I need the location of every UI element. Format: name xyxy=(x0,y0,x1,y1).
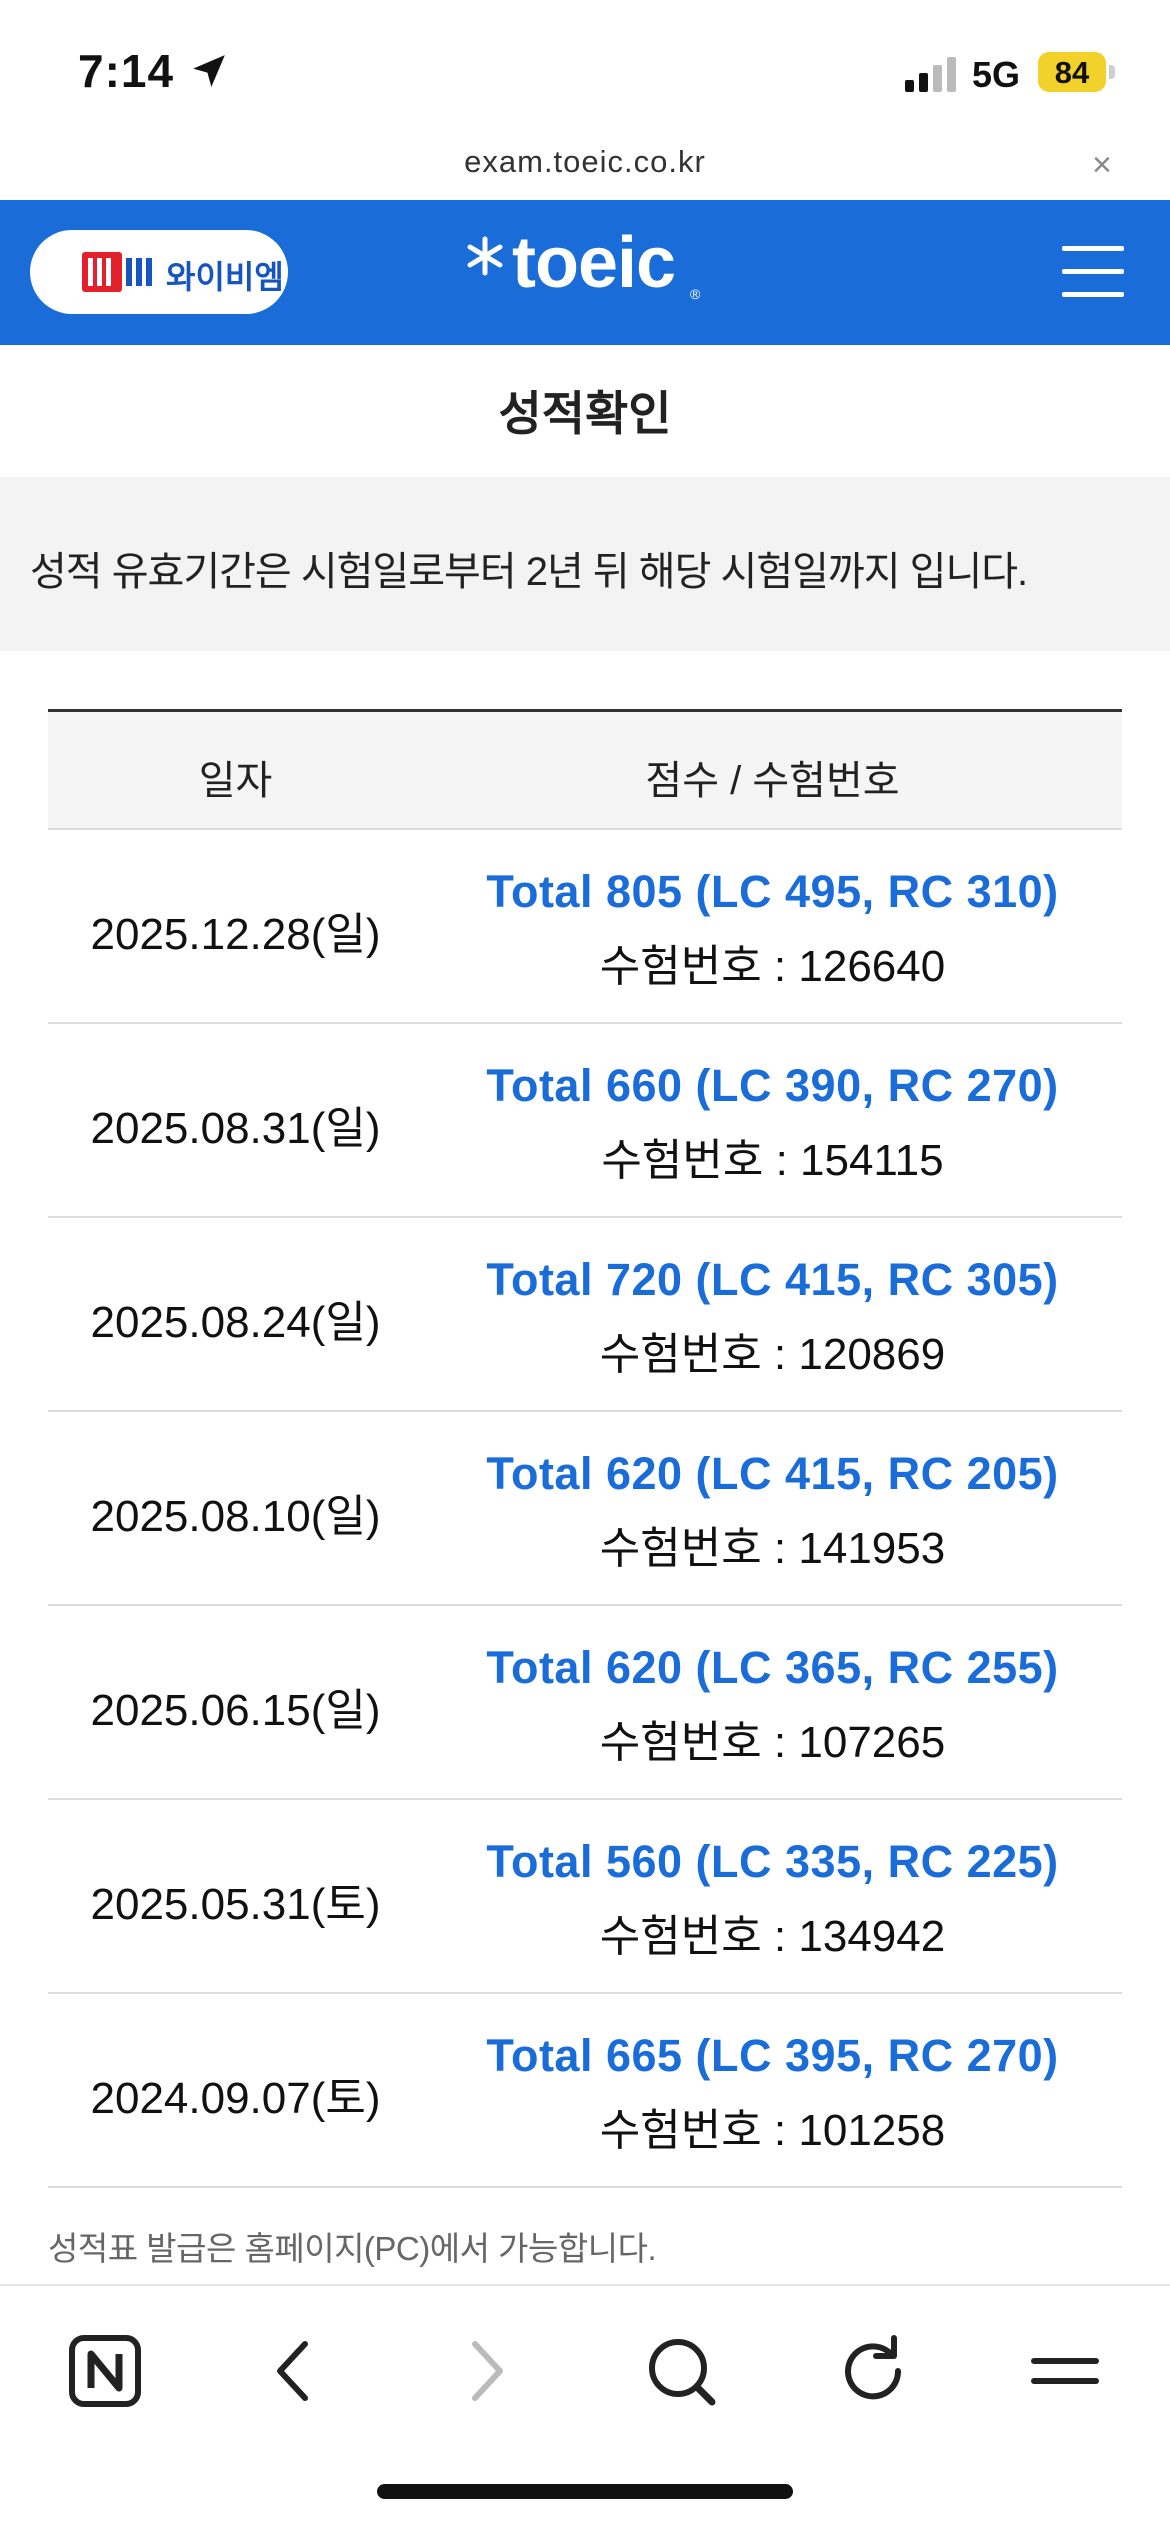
back-icon[interactable] xyxy=(250,2326,340,2416)
status-bar: 7:14 5G 84 xyxy=(0,0,1170,140)
notice-text: 성적 유효기간은 시험일로부터 2년 뒤 해당 시험일까지 입니다. xyxy=(30,550,1028,594)
url-text[interactable]: exam.toeic.co.kr xyxy=(0,144,1170,180)
table-row: 2025.08.24(일) Total 720 (LC 415, RC 305)… xyxy=(48,1218,1122,1412)
header-score: 점수 / 수험번호 xyxy=(645,759,900,803)
ybm-logo-button[interactable]: 와이비엠 xyxy=(30,230,288,314)
table-row: 2025.08.10(일) Total 620 (LC 415, RC 205)… xyxy=(48,1412,1122,1606)
footnote: 성적표 발급은 홈페이지(PC)에서 가능합니다. xyxy=(48,2230,657,2267)
table-row: 2024.09.07(토) Total 665 (LC 395, RC 270)… xyxy=(48,1994,1122,2188)
row-date: 2025.12.28(일) xyxy=(90,910,381,959)
naver-home-icon[interactable] xyxy=(60,2326,150,2416)
ybm-logo-icon xyxy=(82,252,152,292)
menu-line xyxy=(1062,269,1124,274)
row-date: 2025.08.24(일) xyxy=(90,1298,381,1347)
menu-line xyxy=(1062,246,1124,251)
battery-icon: 84 xyxy=(1038,52,1116,92)
registered-mark: ® xyxy=(690,286,701,302)
hamburger-menu-button[interactable] xyxy=(1062,242,1124,300)
site-header: 와이비엠 toeic ® xyxy=(0,200,1170,345)
battery-cap xyxy=(1109,65,1115,79)
forward-icon[interactable] xyxy=(440,2326,530,2416)
header-date: 일자 xyxy=(198,759,273,803)
toeic-asterisk-icon xyxy=(467,236,503,276)
row-score-link[interactable]: Total 805 (LC 495, RC 310) xyxy=(423,866,1122,918)
network-type: 5G xyxy=(972,54,1021,95)
menu-line xyxy=(1062,292,1124,297)
signal-icon xyxy=(905,57,956,92)
row-score-link[interactable]: Total 660 (LC 390, RC 270) xyxy=(423,1060,1122,1112)
location-arrow-icon xyxy=(193,55,225,87)
row-score-link[interactable]: Total 665 (LC 395, RC 270) xyxy=(423,2030,1122,2082)
battery-percent: 84 xyxy=(1054,55,1090,90)
row-exam-number: 수험번호 : 154115 xyxy=(601,1136,944,1185)
status-time: 7:14 xyxy=(78,45,175,97)
close-icon[interactable]: × xyxy=(1092,146,1112,185)
row-date: 2024.09.07(토) xyxy=(90,2074,381,2123)
address-bar[interactable]: exam.toeic.co.kr × xyxy=(0,140,1170,200)
menu-icon[interactable] xyxy=(1020,2326,1110,2416)
row-exam-number: 수험번호 : 126640 xyxy=(599,942,946,991)
row-date: 2025.05.31(토) xyxy=(90,1880,381,1929)
reload-icon[interactable] xyxy=(828,2326,918,2416)
ybm-label: 와이비엠 xyxy=(166,259,284,295)
row-exam-number: 수험번호 : 107265 xyxy=(599,1718,946,1767)
row-date: 2025.08.10(일) xyxy=(90,1492,381,1541)
row-exam-number: 수험번호 : 120869 xyxy=(599,1330,946,1379)
row-exam-number: 수험번호 : 134942 xyxy=(599,1912,946,1961)
row-exam-number: 수험번호 : 101258 xyxy=(599,2106,946,2155)
page-title: 성적확인 xyxy=(498,387,672,440)
row-date: 2025.08.31(일) xyxy=(90,1104,381,1153)
toeic-logo[interactable]: toeic xyxy=(512,222,676,304)
score-table: 일자 점수 / 수험번호 2025.12.28(일) Total 805 (LC… xyxy=(48,709,1122,2188)
search-icon[interactable] xyxy=(636,2326,726,2416)
table-row: 2025.08.31(일) Total 660 (LC 390, RC 270)… xyxy=(48,1024,1122,1218)
home-indicator xyxy=(377,2484,793,2499)
row-exam-number: 수험번호 : 141953 xyxy=(599,1524,946,1573)
row-score-link[interactable]: Total 620 (LC 415, RC 205) xyxy=(423,1448,1122,1500)
validity-notice: 성적 유효기간은 시험일로부터 2년 뒤 해당 시험일까지 입니다. xyxy=(0,477,1170,651)
row-score-link[interactable]: Total 560 (LC 335, RC 225) xyxy=(423,1836,1122,1888)
row-score-link[interactable]: Total 720 (LC 415, RC 305) xyxy=(423,1254,1122,1306)
row-score-link[interactable]: Total 620 (LC 365, RC 255) xyxy=(423,1642,1122,1694)
table-row: 2025.05.31(토) Total 560 (LC 335, RC 225)… xyxy=(48,1800,1122,1994)
table-header: 일자 점수 / 수험번호 xyxy=(48,709,1122,830)
table-row: 2025.06.15(일) Total 620 (LC 365, RC 255)… xyxy=(48,1606,1122,1800)
row-date: 2025.06.15(일) xyxy=(90,1686,381,1735)
table-row: 2025.12.28(일) Total 805 (LC 495, RC 310)… xyxy=(48,830,1122,1024)
